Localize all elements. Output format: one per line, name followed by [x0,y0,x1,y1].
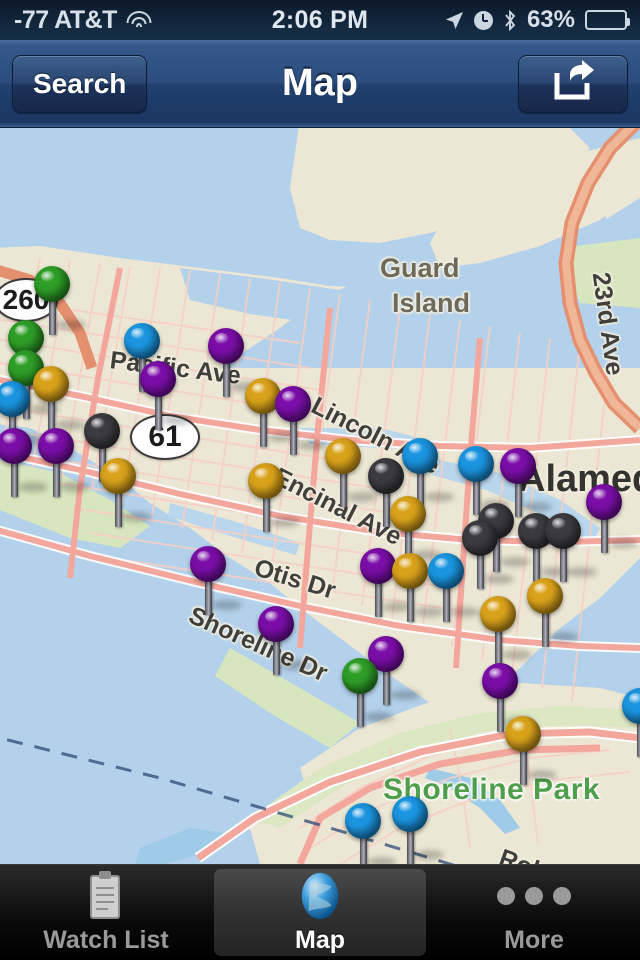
map-pin-shadow [527,770,557,780]
map-pin-shadow [56,320,86,330]
map-pin-shadow [500,557,530,567]
map-pin-head [258,606,294,642]
map-pin-head [34,266,70,302]
map-pin-head [124,323,160,359]
map-pin-shadow [162,415,192,425]
tab-bar: Watch List Map More [0,864,640,960]
tab-watch-list[interactable]: Watch List [0,865,212,960]
share-button[interactable] [518,54,628,113]
bluetooth-icon [503,9,517,31]
map-pin-shadow [280,660,310,670]
tab-more[interactable]: More [428,865,640,960]
map-pin-shadow [414,607,444,617]
map-pin-head [390,496,426,532]
map-pin-shadow [212,600,242,610]
map-pin-shadow [367,857,397,864]
map-pin-head [248,463,284,499]
map-pin-head [428,553,464,589]
map-view[interactable]: Guard Island 23rd Ave Pacific Ave Lincoln Av… [0,128,640,864]
tab-more-label: More [504,926,564,954]
iphone-screen: -77 AT&T 2:06 PM 63% Search Map Guard Is… [0,0,640,960]
map-pin-shadow [549,632,579,642]
more-dots-icon [497,870,571,922]
navigation-bar: Search Map [0,40,640,128]
battery-percent-label: 63% [526,6,575,33]
map-pin-shadow [30,404,60,414]
map-pin-shadow [270,517,300,527]
map-pin-head [208,328,244,364]
map-pin-head [500,448,536,484]
map-pin-head [345,803,381,839]
tab-map[interactable]: Map [214,869,426,956]
map-label: Island [392,288,471,318]
map-pin-shadow [390,690,420,700]
map-pin-head [462,520,498,556]
alarm-clock-icon [473,10,493,30]
share-export-icon [551,59,595,108]
map-pin-shadow [364,712,394,722]
status-bar-clock: 2:06 PM [271,5,369,34]
map-pin-head [342,658,378,694]
map-pin-head [458,446,494,482]
wifi-icon [126,10,152,30]
map-pin-head [482,663,518,699]
map-pin-head [84,413,120,449]
carrier-signal-label: -77 AT&T [14,5,117,34]
map-pin-head [505,716,541,752]
battery-icon [585,10,630,30]
map-pin-shadow [502,650,532,660]
map-pin-shadow [424,492,454,502]
map-pin-head [190,546,226,582]
map-pin-head [140,361,176,397]
location-arrow-icon [445,11,464,30]
map-pin-shadow [522,502,552,512]
map-pin-shadow [347,492,377,502]
status-bar-left: -77 AT&T [0,6,235,35]
map-pin-head [545,513,581,549]
map-pin-shadow [567,567,597,577]
map-pin-shadow [60,482,90,492]
map-pin-shadow [608,538,638,548]
tab-map-label: Map [295,926,345,954]
map-pin-head [33,366,69,402]
map-pin-shadow [484,574,514,584]
map-pin-head [527,578,563,614]
map-pin-shadow [297,440,327,450]
map-pin-head [368,458,404,494]
clipboard-icon [86,870,126,922]
map-pin-head [586,484,622,520]
status-bar: -77 AT&T 2:06 PM 63% [0,0,640,40]
map-pin-head [360,548,396,584]
search-button[interactable]: Search [12,54,148,113]
globe-icon [295,870,345,922]
map-pin-shadow [450,607,480,617]
map-pin-head [480,596,516,632]
map-pin-head [402,438,438,474]
map-pin-head [325,438,361,474]
map-pin-head [392,553,428,589]
search-button-label: Search [33,67,127,99]
tab-watch-list-label: Watch List [43,926,169,954]
map-pin-head [275,386,311,422]
map-pin-head [392,796,428,832]
map-label: Guard [380,253,460,283]
map-pin-shadow [122,512,152,522]
map-pin-shadow [18,482,48,492]
map-label: Alameda [518,458,640,500]
map-pin-head [38,428,74,464]
map-pin-head [100,458,136,494]
status-bar-right: 63% [405,6,640,34]
map-pin-shadow [414,850,444,860]
